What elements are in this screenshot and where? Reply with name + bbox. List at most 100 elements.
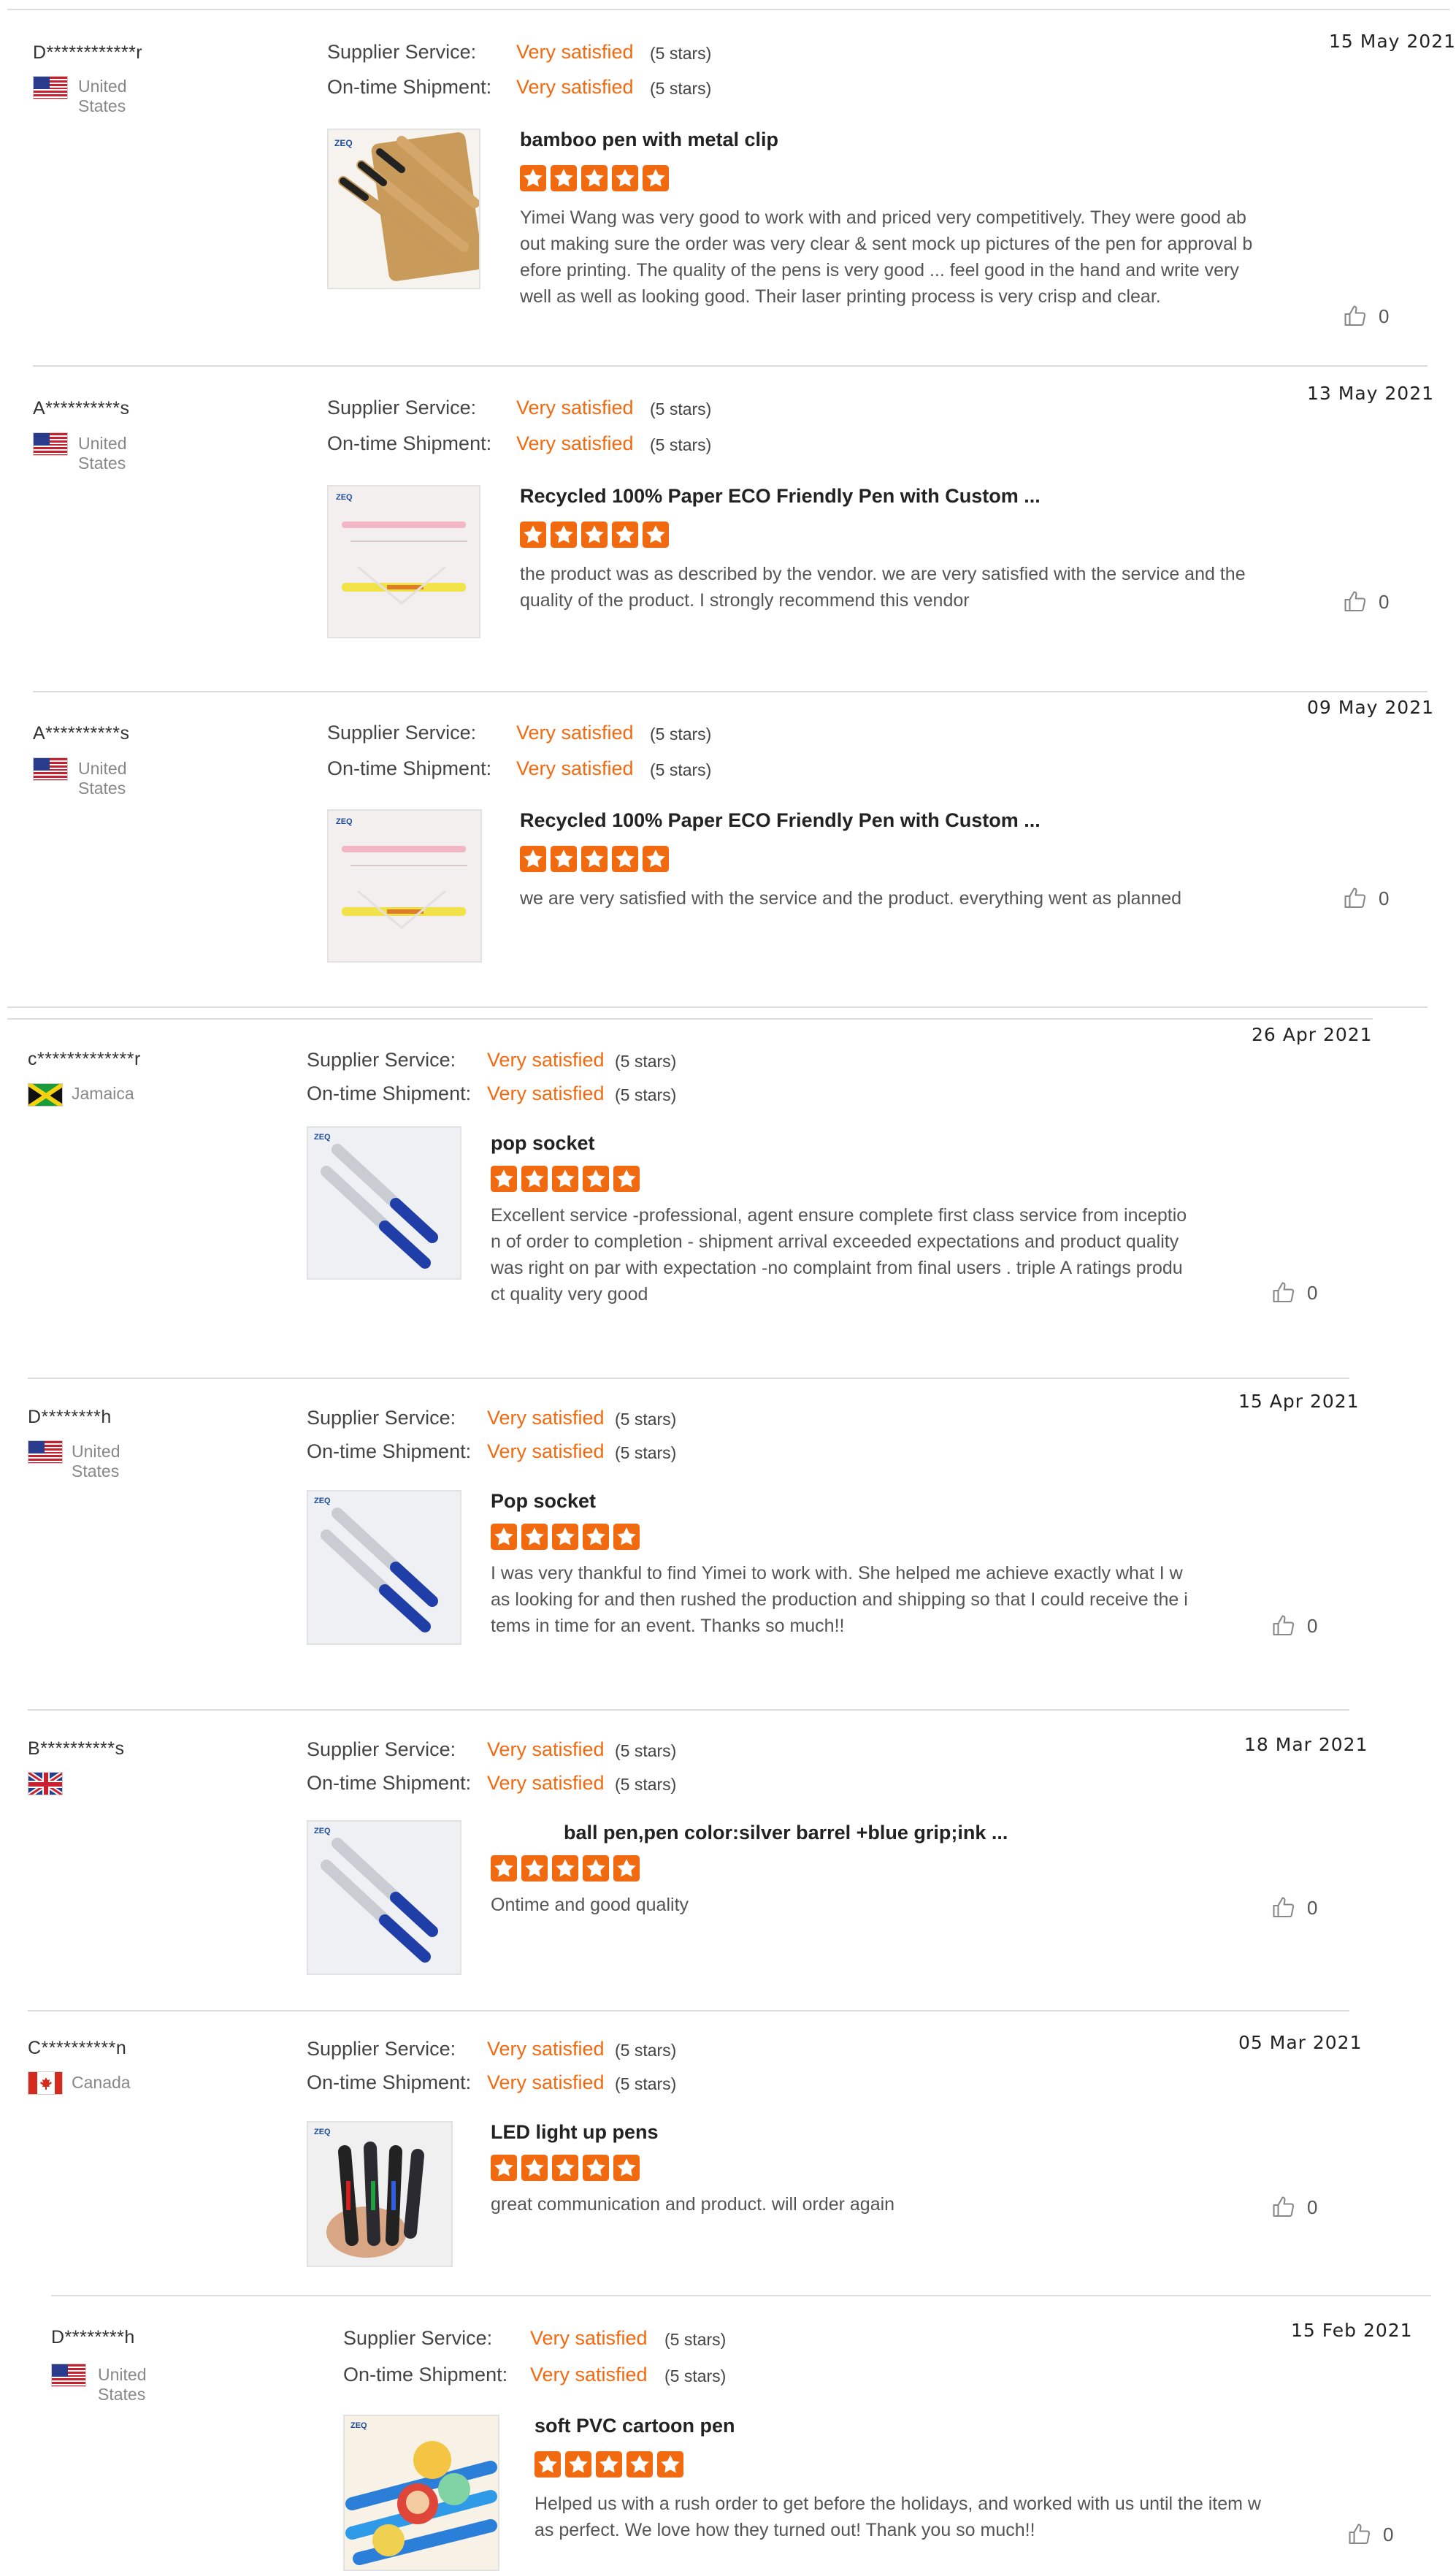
reviewer-name: D************r	[33, 42, 143, 63]
reviewer-country: United States	[78, 759, 127, 798]
review-divider	[28, 2010, 1349, 2012]
shipment-rating: Very satisfied	[487, 2071, 605, 2093]
helpful-count: 0	[1307, 2196, 1318, 2218]
review-comment: we are very satisfied with the service a…	[520, 888, 1182, 909]
supplier-service-label: Supplier Service:	[343, 2327, 493, 2349]
product-title-link[interactable]: Pop socket	[491, 1490, 596, 1513]
star-icon	[612, 165, 638, 191]
star-icon	[534, 2451, 561, 2478]
review-date: 09 May 2021	[1307, 697, 1435, 718]
product-title-link[interactable]: bamboo pen with metal clip	[520, 129, 778, 151]
helpful-button[interactable]: 0	[1342, 303, 1389, 329]
helpful-button[interactable]: 0	[1342, 589, 1389, 615]
reviewer-name: A**********s	[33, 723, 130, 744]
shipment-label: On-time Shipment:	[343, 2364, 508, 2385]
review-divider	[7, 9, 1449, 10]
reviewer-country: United States	[72, 1442, 120, 1481]
svg-text:ZEQ: ZEQ	[314, 1497, 331, 1505]
helpful-button[interactable]: 0	[1271, 2194, 1317, 2220]
thumbs-up-icon	[1349, 2524, 1371, 2545]
product-thumbnail[interactable]: ZEQ	[307, 1126, 461, 1280]
thumbs-up-icon	[1344, 591, 1366, 612]
star-icon	[552, 1524, 578, 1550]
shipment-rating: Very satisfied	[487, 1082, 605, 1104]
product-thumbnail[interactable]: ZEQ	[307, 1820, 461, 1975]
review-comment: Yimei Wang was very good to work with an…	[520, 207, 1253, 307]
supplier-service-rating: Very satisfied	[487, 1738, 605, 1760]
helpful-count: 0	[1383, 2523, 1394, 2545]
product-title-link[interactable]: Recycled 100% Paper ECO Friendly Pen wit…	[520, 485, 1041, 508]
product-star-rating	[491, 1855, 640, 1882]
helpful-button[interactable]: 0	[1271, 1613, 1317, 1639]
star-icon	[581, 165, 608, 191]
product-title-link[interactable]: ball pen,pen color:silver barrel +blue g…	[564, 1822, 1008, 1844]
star-icon	[581, 846, 608, 872]
product-title-link[interactable]: Recycled 100% Paper ECO Friendly Pen wit…	[520, 809, 1041, 832]
star-icon	[491, 1524, 517, 1550]
product-thumbnail[interactable]: ZEQ	[307, 2121, 453, 2267]
product-title-link[interactable]: soft PVC cartoon pen	[534, 2415, 735, 2437]
reviewer-country: United States	[78, 77, 127, 115]
shipment-stars: (5 stars)	[615, 1443, 677, 1462]
star-icon	[583, 1524, 609, 1550]
star-icon	[551, 165, 577, 191]
product-star-rating	[491, 1524, 640, 1550]
product-star-rating	[491, 2155, 640, 2181]
shipment-stars: (5 stars)	[615, 1775, 677, 1794]
product-title-link[interactable]: pop socket	[491, 1132, 595, 1155]
jamaica-flag-icon	[28, 1083, 63, 1107]
reviewer-country: Canada	[72, 2073, 131, 2092]
shipment-label: On-time Shipment:	[327, 432, 492, 454]
supplier-service-label: Supplier Service:	[307, 1407, 456, 1429]
shipment-stars: (5 stars)	[650, 79, 712, 98]
product-title-link[interactable]: LED light up pens	[491, 2121, 659, 2144]
product-thumbnail[interactable]: ZEQ	[327, 129, 480, 289]
helpful-button[interactable]: 0	[1342, 885, 1389, 912]
star-icon	[565, 2451, 591, 2478]
review-date: 05 Mar 2021	[1238, 2032, 1363, 2053]
helpful-count: 0	[1379, 887, 1390, 909]
product-thumbnail[interactable]: ZEQ	[343, 2415, 499, 2571]
product-thumbnail[interactable]: ZEQ	[307, 1490, 461, 1645]
us-flag-icon	[28, 1440, 63, 1464]
review-divider	[7, 1018, 1373, 1020]
helpful-button[interactable]: 0	[1346, 2521, 1393, 2548]
star-icon	[583, 2155, 609, 2181]
supplier-service-stars: (5 stars)	[615, 1052, 677, 1071]
star-icon	[552, 1166, 578, 1192]
product-thumbnail[interactable]: ZEQ	[327, 809, 482, 963]
star-icon	[613, 1166, 640, 1192]
review-divider	[28, 1378, 1349, 1379]
star-icon	[581, 522, 608, 548]
thumbs-up-icon	[1344, 887, 1366, 909]
helpful-button[interactable]: 0	[1271, 1280, 1317, 1306]
svg-text:ZEQ: ZEQ	[336, 493, 353, 502]
supplier-service-label: Supplier Service:	[307, 1738, 456, 1760]
product-star-rating	[520, 522, 669, 548]
reviewer-country: Jamaica	[72, 1084, 134, 1103]
supplier-service-label: Supplier Service:	[327, 41, 477, 63]
helpful-count: 0	[1307, 1281, 1318, 1304]
reviewer-name: A**********s	[33, 398, 130, 419]
product-thumbnail[interactable]: ZEQ	[327, 485, 480, 638]
review-comment: Ontime and good quality	[491, 1895, 689, 1915]
shipment-rating: Very satisfied	[487, 1772, 605, 1794]
shipment-label: On-time Shipment:	[307, 2071, 472, 2093]
helpful-button[interactable]: 0	[1271, 1895, 1317, 1921]
star-icon	[627, 2451, 653, 2478]
shipment-stars: (5 stars)	[650, 760, 712, 779]
review-comment: I was very thankful to find Yimei to wor…	[491, 1563, 1188, 1636]
product-star-rating	[520, 165, 669, 191]
star-icon	[520, 846, 546, 872]
product-star-rating	[491, 1166, 640, 1192]
star-icon	[521, 1166, 548, 1192]
star-icon	[643, 846, 669, 872]
star-icon	[491, 1166, 517, 1192]
review-divider	[28, 1709, 1349, 1711]
shipment-rating: Very satisfied	[516, 432, 634, 454]
star-icon	[643, 522, 669, 548]
star-icon	[552, 2155, 578, 2181]
star-icon	[551, 846, 577, 872]
star-icon	[521, 1524, 548, 1550]
thumbs-up-icon	[1273, 1897, 1295, 1918]
